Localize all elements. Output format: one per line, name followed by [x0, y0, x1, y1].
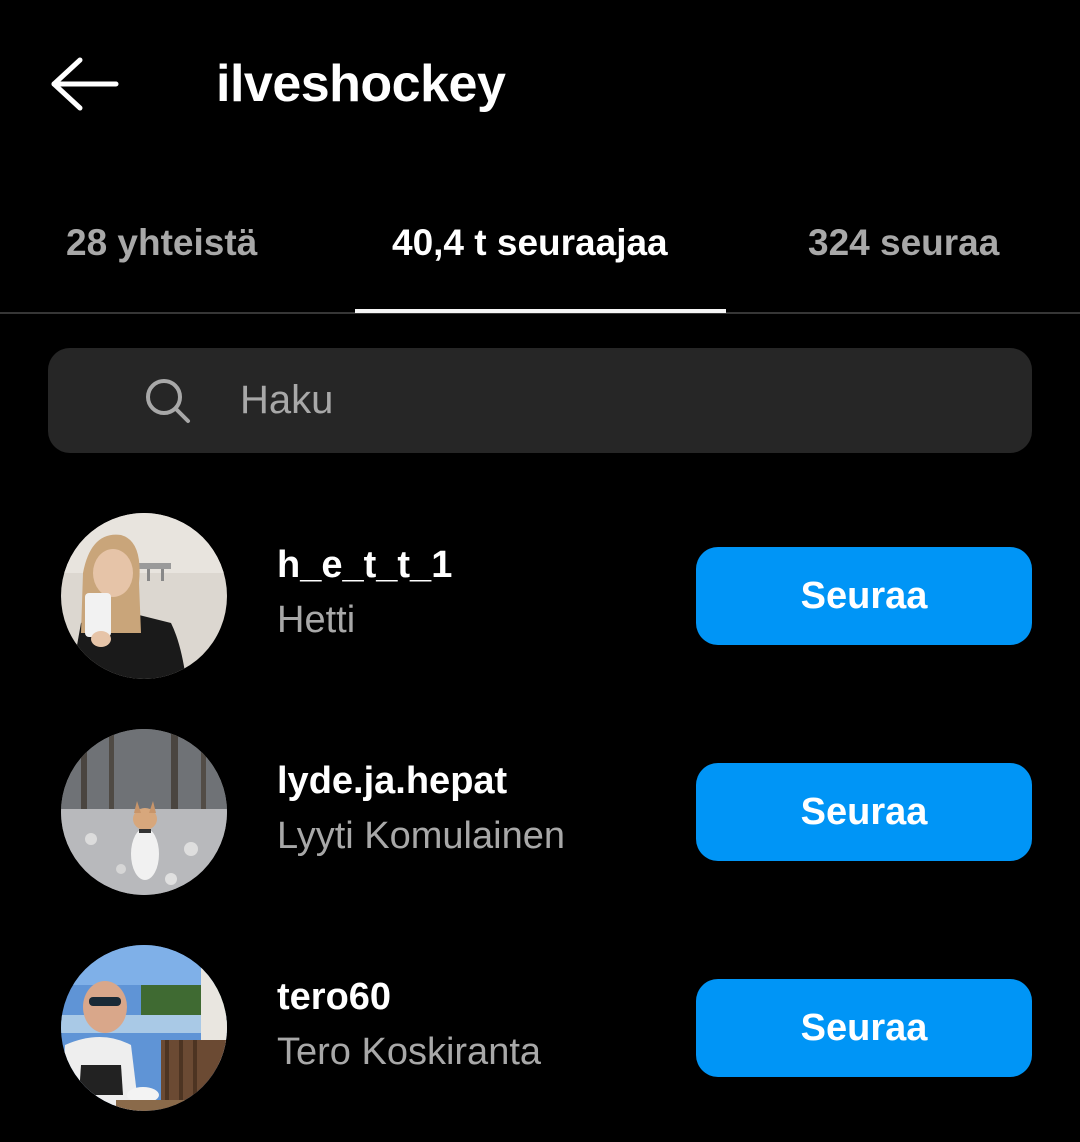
avatar-photo — [61, 729, 227, 895]
username: lyde.ja.hepat — [277, 760, 508, 802]
tab-bar: 28 yhteistä 40,4 t seuraajaa 324 seuraa — [0, 190, 1080, 315]
active-tab-indicator — [355, 309, 726, 313]
username: tero60 — [277, 976, 392, 1018]
list-item: lyde.ja.hepat Lyyti Komulainen Seuraa — [0, 721, 1080, 901]
user-info[interactable]: tero60 Tero Koskiranta — [277, 973, 677, 1077]
user-info[interactable]: h_e_t_t_1 Hetti — [277, 541, 677, 645]
follow-button[interactable]: Seuraa — [696, 547, 1032, 645]
list-item: tero60 Tero Koskiranta Seuraa — [0, 937, 1080, 1117]
user-info[interactable]: lyde.ja.hepat Lyyti Komulainen — [277, 757, 677, 861]
avatar-photo — [61, 513, 227, 679]
arrow-left-icon — [51, 57, 119, 111]
back-button[interactable] — [40, 50, 130, 120]
follow-button[interactable]: Seuraa — [696, 763, 1032, 861]
avatar-photo — [61, 945, 227, 1111]
avatar[interactable] — [61, 729, 227, 895]
follow-button[interactable]: Seuraa — [696, 979, 1032, 1077]
username: h_e_t_t_1 — [277, 544, 453, 586]
avatar[interactable] — [61, 513, 227, 679]
list-item: h_e_t_t_1 Hetti Seuraa — [0, 505, 1080, 685]
top-bar: ilveshockey — [0, 0, 1080, 175]
tab-mutual[interactable]: 28 yhteistä — [66, 208, 257, 278]
full-name: Hetti — [277, 599, 356, 641]
full-name: Tero Koskiranta — [277, 1031, 542, 1073]
tab-following[interactable]: 324 seuraa — [808, 208, 999, 278]
search-bar[interactable] — [48, 348, 1032, 453]
tab-followers[interactable]: 40,4 t seuraajaa — [392, 208, 668, 278]
search-icon — [146, 379, 190, 423]
search-input[interactable] — [240, 348, 1000, 453]
avatar[interactable] — [61, 945, 227, 1111]
page-title: ilveshockey — [216, 55, 506, 113]
full-name: Lyyti Komulainen — [277, 815, 565, 857]
